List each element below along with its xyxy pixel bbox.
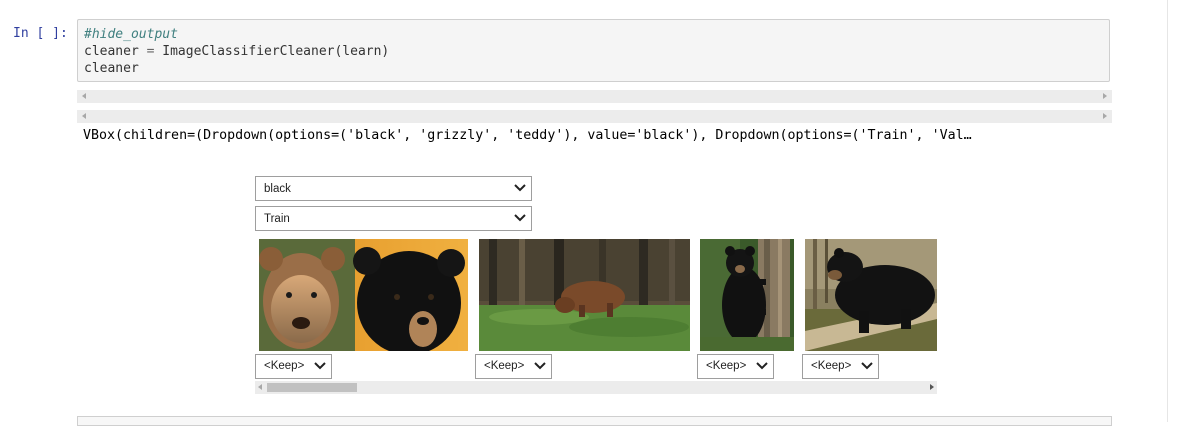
chevron-down-icon <box>534 362 546 370</box>
image-1-action-dropdown[interactable]: <Keep> <box>255 354 332 379</box>
image-carousel-scrollbar[interactable] <box>255 381 937 394</box>
scroll-left-arrow-icon[interactable] <box>82 113 86 119</box>
split-dropdown[interactable]: Train <box>255 206 532 231</box>
action-value: <Keep> <box>484 360 525 372</box>
code-expression: cleaner <box>84 61 139 76</box>
code-lines: #hide_output cleaner = ImageClassifierCl… <box>84 26 389 77</box>
output-repr-text: VBox(children=(Dropdown(options=('black'… <box>83 128 972 143</box>
scroll-right-arrow-icon[interactable] <box>1103 93 1107 99</box>
action-value: <Keep> <box>264 360 305 372</box>
category-dropdown-value: black <box>264 183 291 195</box>
code-call: ImageClassifierCleaner(learn) <box>162 44 390 59</box>
image-2-action-dropdown[interactable]: <Keep> <box>475 354 552 379</box>
carousel-scroll-thumb[interactable] <box>267 383 357 392</box>
image-3-action-dropdown[interactable]: <Keep> <box>697 354 774 379</box>
notebook-right-border <box>1167 0 1168 422</box>
code-variable: cleaner <box>84 44 139 59</box>
action-value: <Keep> <box>811 360 852 372</box>
scroll-right-arrow-icon[interactable] <box>930 384 934 390</box>
scroll-left-arrow-icon[interactable] <box>82 93 86 99</box>
chevron-down-icon <box>756 362 768 370</box>
bear-image-1 <box>259 239 468 351</box>
chevron-down-icon <box>514 214 526 222</box>
chevron-down-icon <box>861 362 873 370</box>
code-comment: #hide_output <box>84 27 178 42</box>
image-4-action-dropdown[interactable]: <Keep> <box>802 354 879 379</box>
scroll-right-arrow-icon[interactable] <box>1103 113 1107 119</box>
code-horizontal-scrollbar[interactable] <box>77 90 1112 103</box>
bear-image-4 <box>805 239 937 351</box>
chevron-down-icon <box>514 184 526 192</box>
next-code-cell[interactable] <box>77 416 1112 426</box>
chevron-down-icon <box>314 362 326 370</box>
action-value: <Keep> <box>706 360 747 372</box>
scroll-left-arrow-icon[interactable] <box>258 384 262 390</box>
code-cell-editor[interactable]: #hide_output cleaner = ImageClassifierCl… <box>77 19 1110 82</box>
output-horizontal-scrollbar[interactable] <box>77 110 1112 123</box>
bear-image-3 <box>700 239 794 351</box>
cell-prompt: In [ ]: <box>13 26 68 41</box>
code-operator: = <box>138 44 163 59</box>
bear-image-2 <box>479 239 690 351</box>
category-dropdown[interactable]: black <box>255 176 532 201</box>
split-dropdown-value: Train <box>264 213 290 225</box>
